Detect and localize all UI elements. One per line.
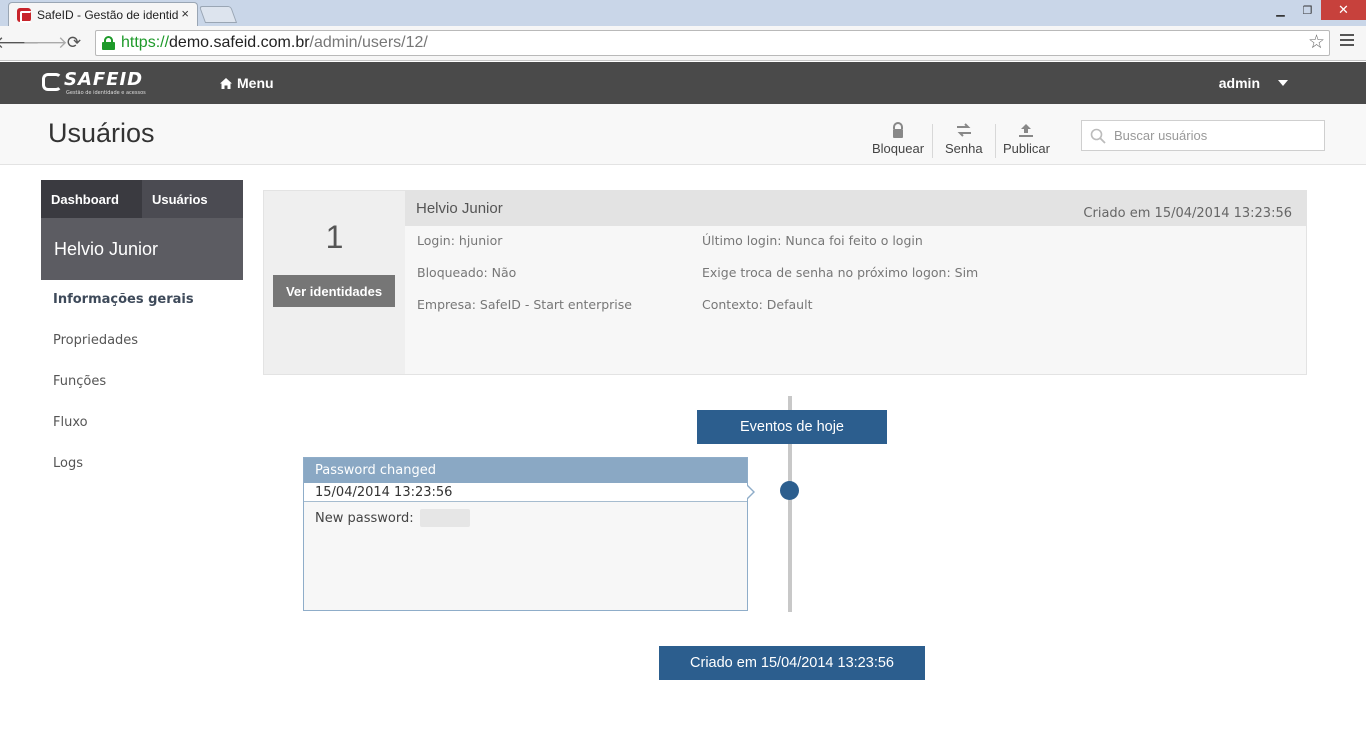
new-tab-button[interactable]: [198, 6, 238, 23]
sidebar-user-name: Helvio Junior: [41, 218, 243, 280]
sidebar-item-logs[interactable]: Logs: [41, 451, 243, 492]
event-date: 15/04/2014 13:23:56: [304, 483, 747, 502]
url-path: /admin/users/12/: [309, 34, 428, 51]
card-header: Helvio Junior Criado em 15/04/2014 13:23…: [405, 191, 1306, 226]
created-date: Criado em 15/04/2014 13:23:56: [1083, 206, 1292, 221]
sidebar-tabs: Dashboard Usuários: [41, 180, 243, 218]
browser-tab[interactable]: SafeID - Gestão de identid ×: [8, 2, 198, 26]
user-full-name: Helvio Junior: [416, 200, 503, 217]
user-menu-label: admin: [1218, 75, 1260, 91]
logo-text: SAFEID: [64, 69, 144, 90]
event-card[interactable]: Password changed 15/04/2014 13:23:56 New…: [303, 457, 755, 611]
publish-button[interactable]: Publicar: [1003, 122, 1050, 156]
identity-panel: 1 Ver identidades: [264, 191, 405, 374]
secure-lock-icon: [102, 36, 115, 50]
password-label: Senha: [945, 141, 983, 156]
restore-icon[interactable]: ❐: [1294, 0, 1321, 20]
password-change-field: Exige troca de senha no próximo logon: S…: [702, 265, 979, 280]
logo-tagline: Gestão de identidade e acessos: [66, 90, 146, 96]
sidebar-item-roles[interactable]: Funções: [41, 369, 243, 410]
last-login-field: Último login: Nunca foi feito o login: [702, 233, 923, 248]
masked-password: [419, 509, 470, 527]
address-bar[interactable]: https:// demo.safeid.com.br /admin/users…: [95, 30, 1330, 56]
lock-user-label: Bloquear: [872, 141, 925, 156]
page-header: Usuários Bloquear Senha Publicar: [0, 104, 1366, 165]
action-divider: [995, 124, 996, 158]
browser-toolbar: 🡐 🡒 ⟳ https:// demo.safeid.com.br /admin…: [0, 26, 1366, 61]
action-divider: [932, 124, 933, 158]
browser-tabstrip: SafeID - Gestão de identid × ▁ ❐ ✕: [0, 0, 1366, 26]
user-summary-card: 1 Ver identidades Helvio Junior Criado e…: [263, 190, 1307, 375]
main-menu-label: Menu: [237, 75, 274, 91]
logo-mark-icon: [42, 73, 62, 91]
sidebar-nav: Informações gerais Propriedades Funções …: [41, 287, 243, 492]
user-menu-button[interactable]: admin: [1219, 75, 1288, 91]
search-input[interactable]: [1114, 128, 1314, 143]
tab-dashboard[interactable]: Dashboard: [41, 180, 142, 218]
event-detail-label: New password:: [315, 510, 414, 526]
minimize-icon[interactable]: ▁: [1267, 0, 1294, 20]
browser-tab-title: SafeID - Gestão de identid: [37, 7, 179, 22]
timeline-created-label: Criado em 15/04/2014 13:23:56: [659, 646, 925, 680]
blocked-field: Bloqueado: Não: [417, 265, 517, 280]
user-search[interactable]: [1081, 120, 1325, 151]
sidebar-item-general-info[interactable]: Informações gerais: [41, 287, 243, 328]
swap-arrows-icon: [956, 123, 971, 137]
today-events-label: Eventos de hoje: [697, 410, 887, 444]
url-host: demo.safeid.com.br: [169, 34, 310, 51]
context-field: Contexto: Default: [702, 297, 813, 312]
publish-label: Publicar: [1003, 141, 1050, 156]
login-field: Login: hjunior: [417, 233, 503, 248]
lock-icon: [893, 122, 904, 138]
event-detail: New password:: [304, 502, 747, 527]
sidebar-item-flow[interactable]: Fluxo: [41, 410, 243, 451]
main-menu-button[interactable]: Menu: [220, 75, 274, 91]
upload-icon: [1019, 124, 1034, 137]
safeid-logo[interactable]: SAFEID Gestão de identidade e acessos: [42, 69, 162, 97]
tab-close-icon[interactable]: ×: [181, 6, 189, 21]
browser-menu-icon[interactable]: [1340, 34, 1354, 49]
event-title: Password changed: [304, 458, 747, 483]
lock-user-button[interactable]: Bloquear: [872, 122, 924, 156]
window-controls: ▁ ❐ ✕: [1267, 0, 1366, 22]
app-navbar: SAFEID Gestão de identidade e acessos Me…: [0, 62, 1366, 104]
reload-icon[interactable]: ⟳: [63, 32, 85, 54]
chevron-down-icon: [1278, 80, 1288, 86]
timeline-dot: [780, 481, 799, 500]
window-close-icon[interactable]: ✕: [1321, 0, 1366, 20]
safeid-favicon-icon: [17, 7, 32, 23]
sidebar-item-properties[interactable]: Propriedades: [41, 328, 243, 369]
search-icon: [1090, 128, 1106, 144]
tab-users[interactable]: Usuários: [142, 180, 243, 218]
company-field: Empresa: SafeID - Start enterprise: [417, 297, 632, 312]
bookmark-star-icon[interactable]: ☆: [1308, 31, 1325, 55]
url-scheme: https://: [121, 34, 170, 51]
page-title: Usuários: [48, 118, 155, 148]
sidebar: Dashboard Usuários Helvio Junior Informa…: [41, 180, 243, 492]
password-button[interactable]: Senha: [945, 122, 983, 156]
view-identities-button[interactable]: Ver identidades: [273, 275, 395, 307]
forward-arrow-icon[interactable]: 🡒: [22, 32, 68, 54]
home-icon: [220, 77, 232, 89]
identity-count: 1: [325, 219, 344, 255]
event-pointer: [746, 484, 755, 500]
